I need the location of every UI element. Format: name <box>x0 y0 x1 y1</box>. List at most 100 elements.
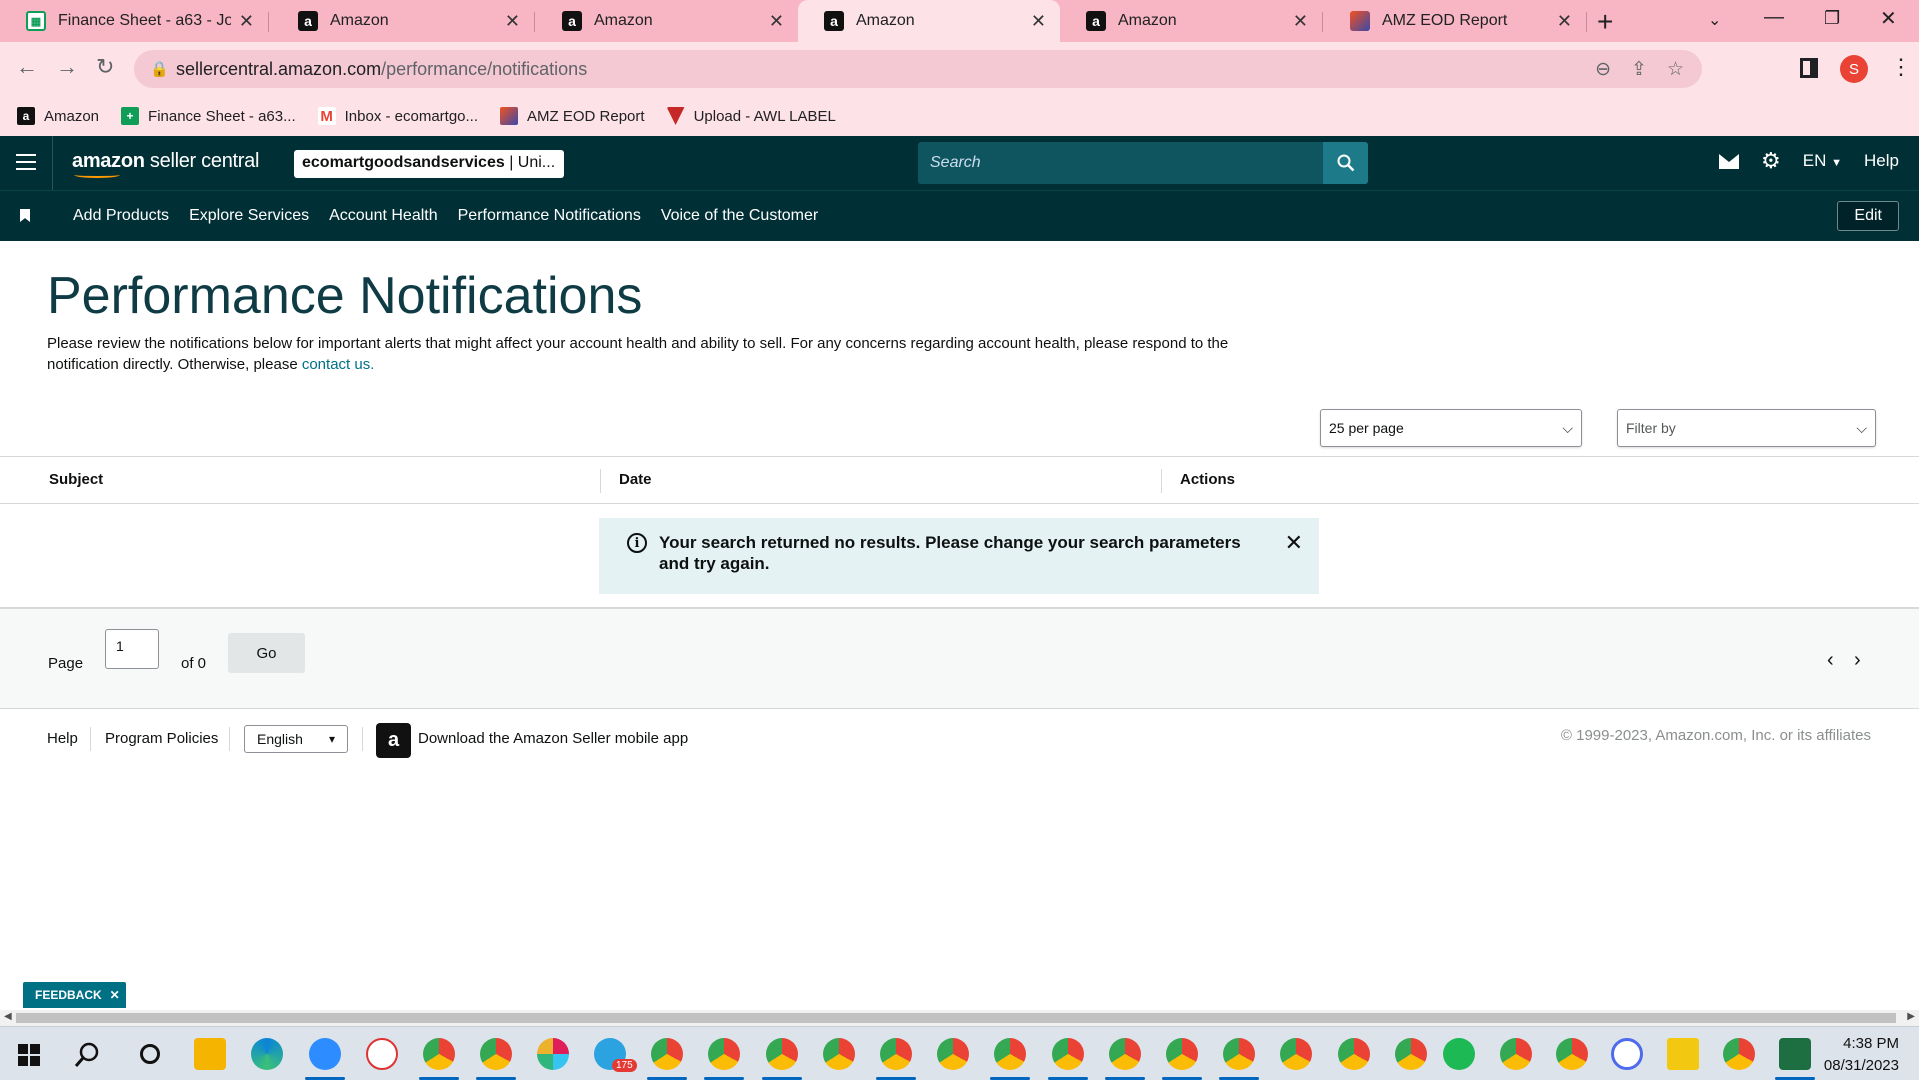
window-close-icon[interactable]: ✕ <box>1880 6 1897 31</box>
nav-add-products[interactable]: Add Products <box>73 207 169 225</box>
language-selector[interactable]: EN ▼ <box>1803 151 1842 171</box>
scroll-right-icon[interactable]: ▶ <box>1907 1011 1915 1022</box>
chrome-icon[interactable] <box>1395 1038 1427 1070</box>
chrome-icon[interactable] <box>1338 1038 1370 1070</box>
zoom-icon[interactable]: ⊖ <box>1595 58 1611 81</box>
scroll-left-icon[interactable]: ◀ <box>4 1011 12 1022</box>
nav-explore-services[interactable]: Explore Services <box>189 207 309 225</box>
chrome-icon[interactable] <box>1166 1038 1198 1070</box>
chrome-icon[interactable] <box>994 1038 1026 1070</box>
menu-kebab-icon[interactable]: ⋮ <box>1890 54 1912 80</box>
close-icon[interactable]: ✕ <box>1557 11 1572 32</box>
zoom-icon[interactable] <box>309 1038 341 1070</box>
bookmark-upload-awl[interactable]: Upload - AWL LABEL <box>666 107 836 125</box>
tab-amazon-4[interactable]: a Amazon ✕ <box>1060 0 1322 42</box>
chrome-icon[interactable] <box>1223 1038 1255 1070</box>
reload-icon[interactable]: ↻ <box>96 54 114 80</box>
search-input[interactable]: Search <box>918 142 1368 184</box>
bookmark-amazon[interactable]: a Amazon <box>17 107 99 125</box>
profile-avatar[interactable]: S <box>1840 55 1868 83</box>
forward-icon[interactable]: → <box>56 54 78 80</box>
chrome-icon[interactable] <box>937 1038 969 1070</box>
chrome-icon[interactable] <box>423 1038 455 1070</box>
mail-icon[interactable] <box>1719 153 1740 169</box>
share-icon[interactable]: ⇪ <box>1631 58 1647 81</box>
file-explorer-icon[interactable] <box>194 1038 226 1070</box>
nav-performance-notifications[interactable]: Performance Notifications <box>458 207 641 225</box>
chrome-icon[interactable] <box>823 1038 855 1070</box>
chrome-icon[interactable] <box>651 1038 683 1070</box>
chrome-icon[interactable] <box>480 1038 512 1070</box>
close-icon[interactable]: ✕ <box>505 11 520 32</box>
tab-search-chevron-icon[interactable]: ⌄ <box>1708 10 1721 30</box>
column-date[interactable]: Date <box>619 471 652 488</box>
tab-amz-eod-report[interactable]: AMZ EOD Report ✕ <box>1324 0 1586 42</box>
amazon-app-icon[interactable]: a <box>376 723 411 758</box>
chrome-icon[interactable] <box>1280 1038 1312 1070</box>
chrome-icon[interactable] <box>1723 1038 1755 1070</box>
restore-icon[interactable]: ❐ <box>1824 8 1840 29</box>
chrome-icon[interactable] <box>1052 1038 1084 1070</box>
chrome-icon[interactable] <box>1109 1038 1141 1070</box>
bookmark-finance-sheet[interactable]: + Finance Sheet - a63... <box>121 107 296 125</box>
slack-icon[interactable] <box>537 1038 569 1070</box>
minimize-icon[interactable]: — <box>1764 6 1784 29</box>
per-page-select[interactable]: 25 per page ⌵ <box>1320 409 1582 447</box>
close-icon[interactable]: ✕ <box>110 988 120 1002</box>
task-view-icon[interactable] <box>140 1044 160 1064</box>
account-switcher[interactable]: ecomartgoodsandservices | Uni... <box>294 150 564 178</box>
filter-select[interactable]: Filter by ⌵ <box>1617 409 1876 447</box>
sticky-notes-icon[interactable] <box>1667 1038 1699 1070</box>
tab-amazon-1[interactable]: a Amazon ✕ <box>272 0 534 42</box>
chrome-icon[interactable] <box>880 1038 912 1070</box>
nav-voice-of-the-customer[interactable]: Voice of the Customer <box>661 207 818 225</box>
app-download-link[interactable]: Download the Amazon Seller mobile app <box>418 730 688 747</box>
new-tab-icon[interactable]: + <box>1597 6 1613 38</box>
back-icon[interactable]: ← <box>16 54 38 80</box>
gear-icon[interactable]: ⚙ <box>1761 150 1781 172</box>
close-icon[interactable]: ✕ <box>1031 11 1046 32</box>
chevron-right-icon[interactable]: › <box>1854 649 1861 672</box>
program-policies-link[interactable]: Program Policies <box>105 730 218 747</box>
bookmark-inbox[interactable]: M Inbox - ecomartgo... <box>317 107 478 125</box>
contact-us-link[interactable]: contact us. <box>302 356 375 373</box>
chrome-icon[interactable] <box>1556 1038 1588 1070</box>
page-number-input[interactable]: 1 <box>105 629 159 669</box>
tab-amazon-active[interactable]: a Amazon ✕ <box>798 0 1060 42</box>
feedback-button[interactable]: FEEDBACK ✕ <box>23 982 126 1008</box>
bookmark-icon[interactable] <box>20 209 30 222</box>
chrome-icon[interactable] <box>1500 1038 1532 1070</box>
search-icon[interactable] <box>74 1041 102 1069</box>
scrollbar-thumb[interactable] <box>16 1013 1896 1023</box>
messenger-icon[interactable] <box>1611 1038 1643 1070</box>
bookmark-star-icon[interactable]: ☆ <box>1667 58 1684 81</box>
hamburger-menu-icon[interactable] <box>16 154 36 175</box>
search-button[interactable] <box>1323 142 1368 184</box>
windows-start-icon[interactable] <box>18 1044 40 1066</box>
edge-icon[interactable] <box>251 1038 283 1070</box>
system-clock[interactable]: 4:38 PM 08/31/2023 <box>1824 1033 1899 1077</box>
url-input[interactable]: 🔒 sellercentral.amazon.com/performance/n… <box>134 50 1702 88</box>
chevron-left-icon[interactable]: ‹ <box>1827 649 1834 672</box>
language-select[interactable]: English ▾ <box>244 725 348 753</box>
side-panel-icon[interactable] <box>1800 58 1818 78</box>
bookmark-amz-eod-report[interactable]: AMZ EOD Report <box>500 107 645 125</box>
close-icon[interactable]: ✕ <box>239 11 254 32</box>
nav-account-health[interactable]: Account Health <box>329 207 438 225</box>
close-icon[interactable]: ✕ <box>1285 532 1303 594</box>
footer-help-link[interactable]: Help <box>47 730 78 747</box>
seller-central-logo[interactable]: amazon seller central <box>72 150 259 178</box>
tab-amazon-2[interactable]: a Amazon ✕ <box>536 0 798 42</box>
column-subject[interactable]: Subject <box>49 471 103 488</box>
spotify-icon[interactable] <box>1443 1038 1475 1070</box>
excel-icon[interactable] <box>1779 1038 1811 1070</box>
snipping-tool-icon[interactable] <box>366 1038 398 1070</box>
close-icon[interactable]: ✕ <box>1293 11 1308 32</box>
chrome-icon[interactable] <box>708 1038 740 1070</box>
close-icon[interactable]: ✕ <box>769 11 784 32</box>
edit-button[interactable]: Edit <box>1837 201 1899 231</box>
chrome-icon[interactable] <box>766 1038 798 1070</box>
go-button[interactable]: Go <box>228 633 305 673</box>
help-link[interactable]: Help <box>1864 151 1899 171</box>
horizontal-scrollbar[interactable]: ◀ ▶ <box>0 1010 1919 1026</box>
